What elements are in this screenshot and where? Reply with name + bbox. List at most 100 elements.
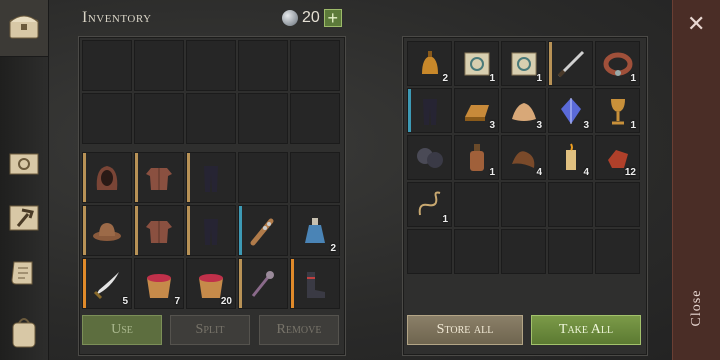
left-slot[interactable]: 2 [290, 205, 340, 256]
nav-tab-inventory[interactable] [0, 0, 48, 57]
right-slot[interactable]: 1 [595, 88, 640, 133]
split-button[interactable]: Split [170, 315, 250, 345]
right-slot[interactable]: 4 [501, 135, 546, 180]
chest-icon [9, 15, 39, 39]
leather-icon [511, 150, 534, 168]
right-slot[interactable] [595, 229, 640, 274]
right-slot[interactable]: 1 [595, 41, 640, 86]
tunic-icon [146, 167, 172, 190]
right-slot[interactable]: 1 [454, 135, 499, 180]
left-slot[interactable] [238, 40, 288, 91]
item-quantity: 4 [583, 167, 589, 178]
left-slot[interactable] [290, 93, 340, 144]
tunic-icon [146, 220, 172, 243]
store-all-button[interactable]: Store all [407, 315, 523, 345]
right-slot[interactable] [595, 182, 640, 227]
pants-icon [422, 98, 437, 125]
item-quantity: 1 [536, 73, 542, 84]
left-slot[interactable] [238, 152, 288, 203]
right-slot[interactable] [548, 41, 593, 86]
right-slot[interactable]: 1 [407, 182, 452, 227]
nav-tab-journal[interactable] [6, 146, 42, 182]
right-slot[interactable]: 2 [407, 41, 452, 86]
left-slot[interactable] [290, 152, 340, 203]
left-slot[interactable]: 7 [134, 258, 184, 309]
rarity-bar [239, 206, 242, 255]
close-label: Close [689, 289, 704, 327]
item-quantity: 4 [536, 167, 542, 178]
left-slot[interactable] [134, 93, 184, 144]
nav-tab-character[interactable] [6, 314, 42, 350]
left-slot[interactable] [134, 205, 184, 256]
rarity-bar [187, 206, 190, 255]
left-slot[interactable] [238, 258, 288, 309]
rarity-bar [291, 259, 294, 308]
rarity-bar [408, 89, 411, 132]
right-slot[interactable]: 3 [454, 88, 499, 133]
right-slot[interactable]: 4 [548, 135, 593, 180]
right-slot[interactable]: 3 [548, 88, 593, 133]
right-slot[interactable] [548, 229, 593, 274]
left-slot[interactable]: 5 [82, 258, 132, 309]
right-slot[interactable] [454, 229, 499, 274]
basket-icon [147, 273, 171, 298]
crafting-hammer-icon [9, 205, 39, 231]
use-button[interactable]: Use [82, 315, 162, 345]
rarity-bar [83, 206, 86, 255]
grid-spacer [186, 146, 236, 150]
close-panel[interactable]: ✕ Close [672, 0, 720, 360]
item-quantity: 1 [489, 167, 495, 178]
left-slot[interactable] [82, 152, 132, 203]
item-quantity: 1 [630, 73, 636, 84]
item-quantity: 20 [220, 296, 232, 307]
journal-icon [9, 153, 39, 175]
left-slot[interactable] [134, 40, 184, 91]
ore-icon [416, 147, 443, 168]
left-slot[interactable] [186, 40, 236, 91]
left-slot[interactable] [238, 93, 288, 144]
mace-icon [251, 270, 274, 297]
side-nav [0, 0, 49, 360]
cloth-icon [511, 102, 536, 121]
add-currency-button[interactable]: + [323, 9, 342, 27]
right-slot[interactable] [501, 182, 546, 227]
left-slot[interactable] [82, 205, 132, 256]
right-slot[interactable] [407, 135, 452, 180]
right-slot[interactable]: 3 [501, 88, 546, 133]
bottle-icon [469, 143, 484, 171]
item-quantity: 7 [174, 296, 180, 307]
left-slot[interactable] [82, 40, 132, 91]
right-slot[interactable] [548, 182, 593, 227]
right-slot[interactable] [407, 88, 452, 133]
hood-icon [96, 165, 118, 190]
left-slot[interactable] [290, 258, 340, 309]
take-all-button[interactable]: Take All [531, 315, 641, 345]
left-slot[interactable] [186, 205, 236, 256]
remove-button[interactable]: Remove [259, 315, 339, 345]
right-slot[interactable] [501, 229, 546, 274]
basket-icon [199, 273, 223, 298]
left-slot[interactable] [186, 93, 236, 144]
nav-tab-crafting[interactable] [6, 200, 42, 236]
right-slot[interactable]: 1 [501, 41, 546, 86]
left-slot[interactable] [134, 152, 184, 203]
blade-icon [557, 50, 584, 77]
left-slot[interactable] [290, 40, 340, 91]
item-quantity: 2 [442, 73, 448, 84]
rarity-bar [83, 259, 86, 308]
right-slot[interactable] [454, 182, 499, 227]
left-slot[interactable] [186, 152, 236, 203]
pants-icon [204, 218, 218, 245]
close-icon[interactable]: ✕ [687, 12, 705, 37]
right-slot[interactable] [407, 229, 452, 274]
nav-tab-quests[interactable] [6, 256, 42, 292]
right-slot[interactable]: 1 [454, 41, 499, 86]
currency-display: 20 + [282, 9, 342, 27]
left-slot[interactable] [238, 205, 288, 256]
left-slot[interactable] [82, 93, 132, 144]
bell-icon [421, 50, 438, 74]
right-slot[interactable]: 12 [595, 135, 640, 180]
rarity-bar [135, 153, 138, 202]
left-slot[interactable]: 20 [186, 258, 236, 309]
item-quantity: 1 [630, 120, 636, 131]
